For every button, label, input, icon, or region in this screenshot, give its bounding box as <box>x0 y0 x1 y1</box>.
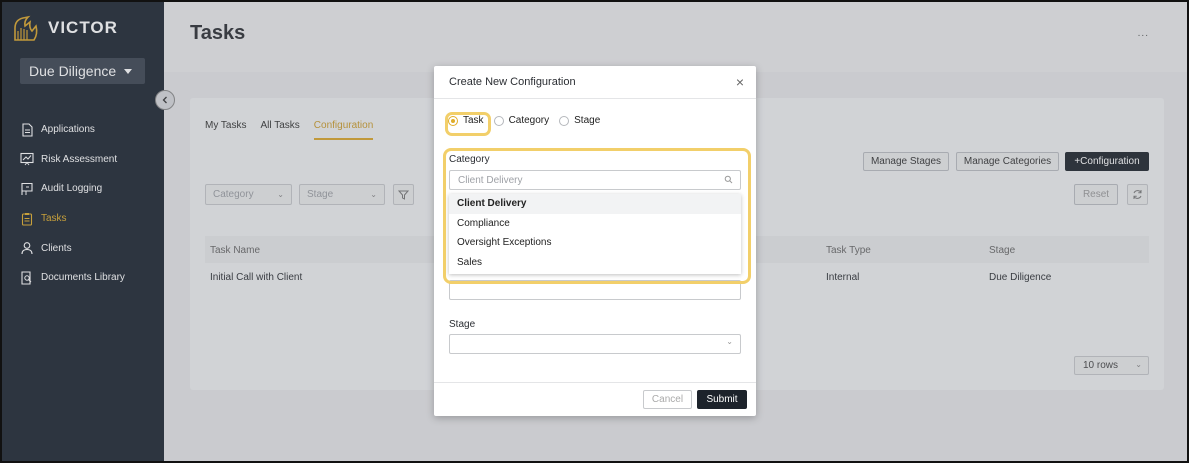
radio-stage[interactable]: Stage <box>559 115 600 126</box>
radio-stage-label: Stage <box>574 115 601 126</box>
cancel-button[interactable]: Cancel <box>643 390 692 409</box>
radio-category-label: Category <box>508 115 550 126</box>
radio-category[interactable]: Category <box>493 115 550 126</box>
stage-field-label: Stage <box>449 319 476 330</box>
modal-title: Create New Configuration <box>449 76 576 88</box>
radio-unselected-icon[interactable] <box>559 115 570 126</box>
app-frame: VICTOR Due Diligence Applications Risk A… <box>0 0 1189 463</box>
submit-button[interactable]: Submit <box>697 390 747 409</box>
modal-header: Create New Configuration × <box>434 66 756 99</box>
category-field-highlight <box>443 148 751 284</box>
chevron-down-icon: ⌄ <box>726 337 733 346</box>
close-icon[interactable]: × <box>736 75 744 89</box>
modal-footer: Cancel Submit <box>434 382 756 416</box>
stage-select[interactable]: ⌄ <box>449 334 741 354</box>
task-radio-highlight <box>445 112 491 136</box>
create-configuration-modal: Create New Configuration × Task Category… <box>434 66 756 416</box>
radio-unselected-icon[interactable] <box>493 115 504 126</box>
